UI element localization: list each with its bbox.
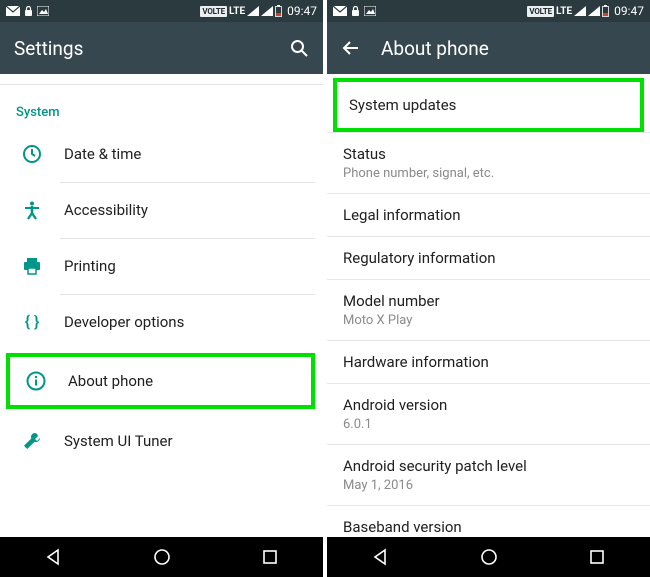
row-primary: System updates [349, 96, 636, 114]
volte-badge: VOLTE [527, 6, 554, 17]
status-left [6, 6, 49, 17]
battery-icon [275, 5, 282, 17]
row-label: About phone [54, 372, 153, 390]
signal-icon [574, 6, 586, 16]
clock-icon [14, 144, 50, 164]
row-printing[interactable]: Printing [0, 238, 323, 294]
row-label: Developer options [50, 313, 315, 331]
gmail-icon [333, 6, 347, 16]
highlight-system-updates[interactable]: System updates [333, 78, 644, 132]
row-date-time[interactable]: Date & time [0, 126, 323, 182]
row-model-number[interactable]: Model number Moto X Play [327, 279, 650, 340]
app-bar: About phone [327, 22, 650, 74]
back-button[interactable] [341, 38, 361, 58]
row-hardware-information[interactable]: Hardware information [327, 340, 650, 383]
row-security-patch[interactable]: Android security patch level May 1, 2016 [327, 444, 650, 505]
row-regulatory-information[interactable]: Regulatory information [327, 236, 650, 279]
page-title: About phone [381, 37, 636, 60]
row-primary: Baseband version [343, 518, 646, 536]
status-bar: VOLTE LTE 09:47 [327, 0, 650, 22]
row-primary: Legal information [343, 206, 646, 224]
nav-home-button[interactable] [152, 547, 172, 567]
accessibility-icon [14, 200, 50, 220]
nav-back-button[interactable] [44, 547, 64, 567]
row-label: Date & time [50, 145, 315, 163]
printer-icon [14, 256, 50, 276]
row-primary: Regulatory information [343, 249, 646, 267]
lock-icon [24, 6, 33, 17]
battery-icon [602, 5, 609, 17]
nav-bar [0, 537, 323, 577]
row-developer-options[interactable]: { } Developer options [0, 294, 323, 349]
nav-recent-button[interactable] [261, 548, 279, 566]
row-primary: Android security patch level [343, 457, 646, 475]
clock: 09:47 [614, 4, 644, 18]
phone-left: VOLTE LTE 09:47 Settings System Da [0, 0, 323, 577]
row-label: Accessibility [50, 201, 315, 219]
nav-bar [327, 537, 650, 577]
app-bar: Settings [0, 22, 323, 74]
highlight-about-phone[interactable]: About phone [6, 353, 315, 409]
gmail-icon [6, 6, 20, 16]
nav-home-button[interactable] [479, 547, 499, 567]
volte-badge: VOLTE [200, 6, 227, 17]
row-secondary: Phone number, signal, etc. [343, 166, 646, 181]
row-secondary: 6.0.1 [343, 417, 646, 432]
lte-label: LTE [229, 6, 245, 17]
row-system-ui-tuner[interactable]: System UI Tuner [0, 413, 323, 469]
image-icon [364, 6, 376, 16]
row-primary: Android version [343, 396, 646, 414]
row-android-version[interactable]: Android version 6.0.1 [327, 383, 650, 444]
image-icon [37, 6, 49, 16]
about-phone-list: System updates Status Phone number, sign… [327, 74, 650, 537]
signal-icon [247, 6, 259, 16]
search-icon[interactable] [289, 38, 309, 58]
braces-icon: { } [14, 312, 50, 331]
signal-icon-2 [261, 6, 273, 16]
row-baseband-version[interactable]: Baseband version [327, 505, 650, 537]
settings-list: System Date & time Accessibility Printin… [0, 74, 323, 537]
page-title: Settings [14, 37, 289, 60]
phone-right: VOLTE LTE 09:47 About phone System updat… [327, 0, 650, 577]
status-right: VOLTE LTE 09:47 [200, 4, 317, 18]
wrench-icon [14, 431, 50, 451]
row-status[interactable]: Status Phone number, signal, etc. [327, 132, 650, 193]
lte-label: LTE [556, 6, 572, 17]
lock-icon [351, 6, 360, 17]
row-label: System UI Tuner [50, 432, 315, 450]
nav-back-button[interactable] [371, 547, 391, 567]
nav-recent-button[interactable] [588, 548, 606, 566]
row-accessibility[interactable]: Accessibility [0, 182, 323, 238]
row-label: Printing [50, 257, 315, 275]
status-left [333, 6, 376, 17]
signal-icon-2 [588, 6, 600, 16]
row-primary: Hardware information [343, 353, 646, 371]
status-bar: VOLTE LTE 09:47 [0, 0, 323, 22]
row-secondary: Moto X Play [343, 313, 646, 328]
status-right: VOLTE LTE 09:47 [527, 4, 644, 18]
clock: 09:47 [287, 4, 317, 18]
row-secondary: May 1, 2016 [343, 478, 646, 493]
info-icon [18, 371, 54, 391]
section-header-system: System [0, 84, 323, 126]
row-primary: Model number [343, 292, 646, 310]
row-primary: Status [343, 145, 646, 163]
row-legal-information[interactable]: Legal information [327, 193, 650, 236]
